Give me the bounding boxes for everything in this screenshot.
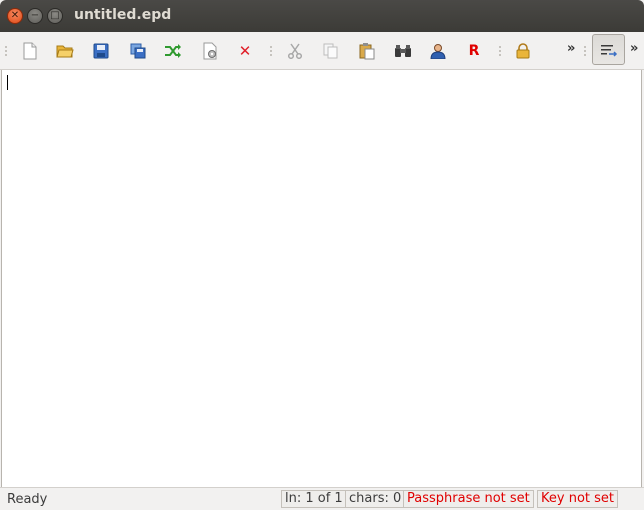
save-button[interactable] [90, 40, 112, 62]
toolbar-grip[interactable] [584, 46, 587, 56]
minimize-icon[interactable]: − [27, 8, 43, 24]
passphrase-status: Passphrase not set [403, 490, 534, 508]
padlock-icon [516, 43, 530, 59]
paste-button[interactable] [356, 40, 378, 62]
text-editor-area[interactable] [1, 70, 642, 487]
close-file-button[interactable]: ✕ [234, 40, 256, 62]
copy-icon [323, 43, 338, 59]
copy-button[interactable] [320, 40, 342, 62]
text-wrap-icon [600, 44, 617, 57]
lock-button[interactable] [512, 40, 534, 62]
toolbar-separator [499, 46, 502, 56]
toolbar-grip[interactable] [5, 46, 8, 56]
save-as-icon [130, 43, 146, 59]
red-r-icon: R [468, 43, 480, 59]
cut-button[interactable] [284, 40, 306, 62]
title-bar[interactable]: ✕ − □ untitled.epd [0, 0, 644, 32]
r-button[interactable]: R [463, 40, 485, 62]
document-gear-icon [203, 42, 217, 60]
close-icon[interactable]: ✕ [7, 8, 23, 24]
window-title: untitled.epd [74, 7, 172, 23]
scissors-icon [287, 43, 303, 59]
user-button[interactable] [427, 40, 449, 62]
status-bar: Ready ln: 1 of 1 chars: 0 Passphrase not… [0, 487, 644, 510]
toolbar: ✕ R » » [0, 32, 644, 70]
user-icon [430, 44, 446, 59]
shuffle-arrows-icon [165, 44, 181, 58]
maximize-icon[interactable]: □ [47, 8, 63, 24]
binoculars-button[interactable] [392, 40, 414, 62]
floppy-disk-icon [93, 43, 109, 59]
reload-button[interactable] [162, 40, 184, 62]
word-wrap-toggle-button[interactable] [592, 34, 625, 65]
new-file-button[interactable] [19, 40, 41, 62]
toolbar-separator [270, 46, 273, 56]
folder-open-icon [56, 45, 74, 58]
open-file-button[interactable] [54, 40, 76, 62]
new-document-icon [23, 42, 37, 60]
red-x-icon: ✕ [238, 42, 252, 60]
binoculars-icon [395, 45, 411, 57]
toolbar-overflow-button-2[interactable]: » [630, 41, 638, 56]
app-window: ✕ − □ untitled.epd ✕ R » » Ready ln: 1 o… [0, 0, 644, 510]
paste-icon [359, 43, 375, 60]
save-as-button[interactable] [127, 40, 149, 62]
text-cursor [7, 75, 8, 90]
status-message: Ready [7, 492, 48, 507]
line-indicator: ln: 1 of 1 [281, 490, 347, 508]
key-status: Key not set [537, 490, 618, 508]
chars-indicator: chars: 0 [345, 490, 406, 508]
toolbar-overflow-button[interactable]: » [567, 41, 575, 56]
properties-button[interactable] [199, 40, 221, 62]
